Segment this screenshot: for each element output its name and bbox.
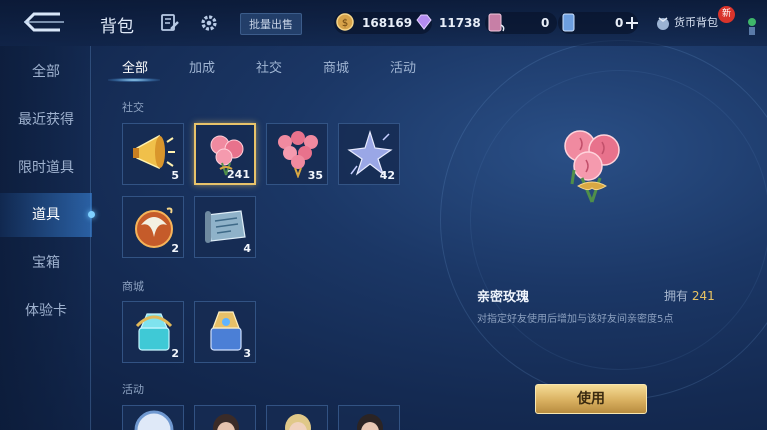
gold-coin-amount: 168169 [362, 16, 413, 30]
add-currency-icon[interactable] [625, 16, 639, 30]
item-slot-rose[interactable]: 241 [194, 123, 256, 185]
item-slot-phoenix-emblem[interactable]: 2 [122, 196, 184, 258]
sidebar-item-recent[interactable]: 最近获得 [0, 98, 92, 142]
back-arrow-icon[interactable] [20, 10, 66, 34]
owned-label: 拥有 [664, 289, 689, 303]
sidebar-item-chest[interactable]: 宝箱 [0, 241, 92, 285]
coin-bag-button[interactable]: 货币背包 [674, 14, 718, 30]
avatar-portrait-icon [285, 414, 311, 430]
sidebar-item-props[interactable]: 道具 [0, 193, 95, 237]
gold-coin-icon: $ [336, 13, 354, 31]
card-icon [562, 13, 575, 32]
ticket-icon [488, 13, 505, 32]
item-count: 5 [171, 169, 179, 182]
sidebar-item-trial-card[interactable]: 体验卡 [0, 289, 92, 333]
item-slot-scroll-book[interactable]: 4 [194, 196, 256, 258]
active-indicator-dot [88, 211, 95, 218]
item-count: 35 [307, 169, 323, 182]
edit-list-icon[interactable] [160, 13, 180, 33]
ticket-amount: 0 [541, 16, 550, 30]
owned-count: 拥有 241 [664, 287, 715, 304]
item-slot-event-4[interactable] [338, 405, 400, 430]
coin-bag-icon [657, 17, 669, 30]
item-slot-event-2[interactable] [194, 405, 256, 430]
item-count: 4 [243, 242, 251, 255]
sidebar-item-all[interactable]: 全部 [0, 50, 92, 94]
use-button[interactable]: 使用 [535, 384, 647, 414]
item-slot-megaphone[interactable]: 5 [122, 123, 184, 185]
diamond-icon [416, 14, 432, 30]
owned-value: 241 [691, 289, 715, 303]
item-count: 241 [227, 168, 250, 181]
tab-boost[interactable]: 加成 [189, 57, 215, 76]
item-slot-event-3[interactable] [266, 405, 328, 430]
tab-mall[interactable]: 商城 [323, 57, 349, 76]
item-slot-rose-bouquet[interactable]: 35 [266, 123, 328, 185]
sidebar-item-props-label: 道具 [32, 207, 60, 223]
sidebar-item-limited[interactable]: 限时道具 [0, 146, 92, 190]
gear-icon[interactable] [199, 13, 219, 33]
section-title-social: 社交 [122, 101, 144, 114]
new-badge: 新 [718, 6, 735, 23]
side-menu-icon[interactable] [744, 14, 760, 36]
tab-social[interactable]: 社交 [256, 57, 282, 76]
svg-text:$: $ [342, 18, 348, 29]
page-title: 背包 [100, 17, 134, 37]
avatar-portrait-icon [357, 414, 383, 430]
tab-event[interactable]: 活动 [390, 57, 416, 76]
item-slot-gold-chest[interactable]: 3 [194, 301, 256, 363]
background-ring-inner [470, 70, 767, 370]
section-title-event: 活动 [122, 383, 144, 396]
tab-all[interactable]: 全部 [122, 57, 148, 76]
active-tab-underline [108, 78, 160, 82]
item-slot-event-1[interactable] [122, 405, 184, 430]
emblem-icon [134, 410, 174, 430]
item-slot-star-charm[interactable]: 42 [338, 123, 400, 185]
section-title-mall: 商城 [122, 280, 144, 293]
avatar-portrait-icon [213, 414, 239, 430]
item-count: 2 [171, 242, 179, 255]
item-count: 3 [243, 347, 251, 360]
selected-item-name: 亲密玫瑰 [477, 290, 530, 305]
item-count: 2 [171, 347, 179, 360]
selected-item-rose-icon [564, 130, 620, 203]
diamond-amount: 11738 [439, 16, 481, 30]
batch-sell-button[interactable]: 批量出售 [240, 13, 302, 35]
card-amount: 0 [615, 16, 624, 30]
item-count: 42 [379, 169, 395, 182]
selected-item-description: 对指定好友使用后增加与该好友间亲密度5点 [477, 314, 674, 325]
item-slot-cyan-chest[interactable]: 2 [122, 301, 184, 363]
